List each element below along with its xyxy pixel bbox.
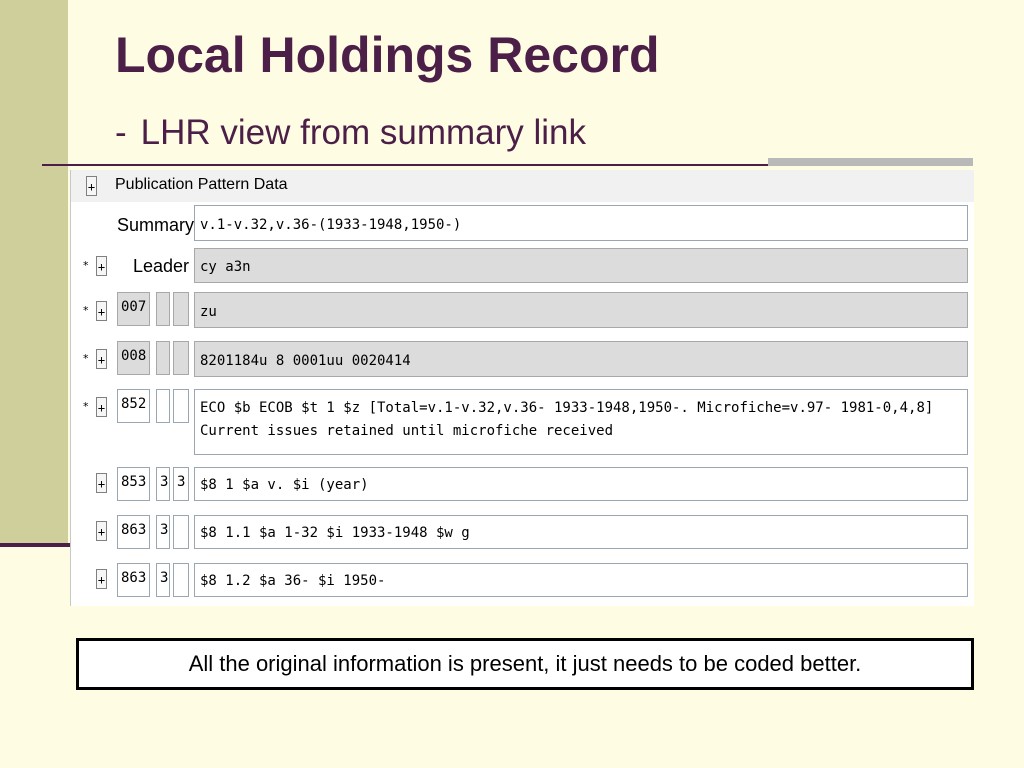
leader-add-button[interactable]: + [96, 256, 107, 276]
tag-field-007[interactable]: 007 [117, 292, 150, 326]
summary-field[interactable]: v.1-v.32,v.36-(1933-1948,1950-) [194, 205, 968, 241]
data-field-008[interactable]: 8201184u 8 0001uu 0020414 [194, 341, 968, 377]
slide-subtitle: - LHR view from summary link [115, 113, 586, 153]
indicator2-field[interactable] [173, 563, 189, 597]
sidebar-divider [0, 543, 70, 547]
slide-caption: All the original information is present,… [76, 638, 974, 690]
data-field-863[interactable]: $8 1.2 $a 36- $i 1950- [194, 563, 968, 597]
indicator1-field[interactable] [156, 341, 170, 375]
row-add-button[interactable]: + [96, 521, 107, 541]
tag-field-008[interactable]: 008 [117, 341, 150, 375]
indicator2-field[interactable] [173, 389, 189, 423]
tag-field-853[interactable]: 853 [117, 467, 150, 501]
expand-section-button[interactable]: + [86, 176, 97, 196]
row-add-button[interactable]: + [96, 473, 107, 493]
publication-pattern-header: + Publication Pattern Data [71, 170, 974, 202]
indicator1-field[interactable] [156, 389, 170, 423]
row-required-marker: * [83, 304, 89, 317]
slide-sidebar-decoration [0, 0, 68, 545]
section-title: Publication Pattern Data [115, 176, 288, 193]
indicator1-field[interactable]: 3 [156, 563, 170, 597]
row-add-button[interactable]: + [96, 301, 107, 321]
tag-field-863[interactable]: 863 [117, 563, 150, 597]
data-field-852[interactable]: ECO $b ECOB $t 1 $z [Total=v.1-v.32,v.36… [194, 389, 968, 455]
data-field-007[interactable]: zu [194, 292, 968, 328]
indicator1-field[interactable]: 3 [156, 467, 170, 501]
indicator2-field[interactable] [173, 292, 189, 326]
title-underline-accent [768, 158, 973, 166]
holdings-record-panel: + Publication Pattern Data Summary v.1-v… [70, 170, 974, 606]
indicator1-field[interactable] [156, 292, 170, 326]
summary-label: Summary [117, 215, 195, 235]
row-add-button[interactable]: + [96, 569, 107, 589]
subtitle-text: LHR view from summary link [140, 113, 587, 152]
row-required-marker: * [83, 400, 89, 413]
data-field-853[interactable]: $8 1 $a v. $i (year) [194, 467, 968, 501]
indicator1-field[interactable]: 3 [156, 515, 170, 549]
leader-required-marker: * [83, 259, 89, 272]
tag-field-863[interactable]: 863 [117, 515, 150, 549]
subtitle-dash: - [115, 113, 127, 152]
tag-field-852[interactable]: 852 [117, 389, 150, 423]
slide-title: Local Holdings Record [115, 27, 660, 83]
indicator2-field[interactable]: 3 [173, 467, 189, 501]
leader-label: Leader [133, 256, 190, 276]
indicator2-field[interactable] [173, 515, 189, 549]
row-required-marker: * [83, 352, 89, 365]
row-add-button[interactable]: + [96, 349, 107, 369]
data-field-863[interactable]: $8 1.1 $a 1-32 $i 1933-1948 $w g [194, 515, 968, 549]
leader-field[interactable]: cy a3n [194, 248, 968, 283]
indicator2-field[interactable] [173, 341, 189, 375]
row-add-button[interactable]: + [96, 397, 107, 417]
